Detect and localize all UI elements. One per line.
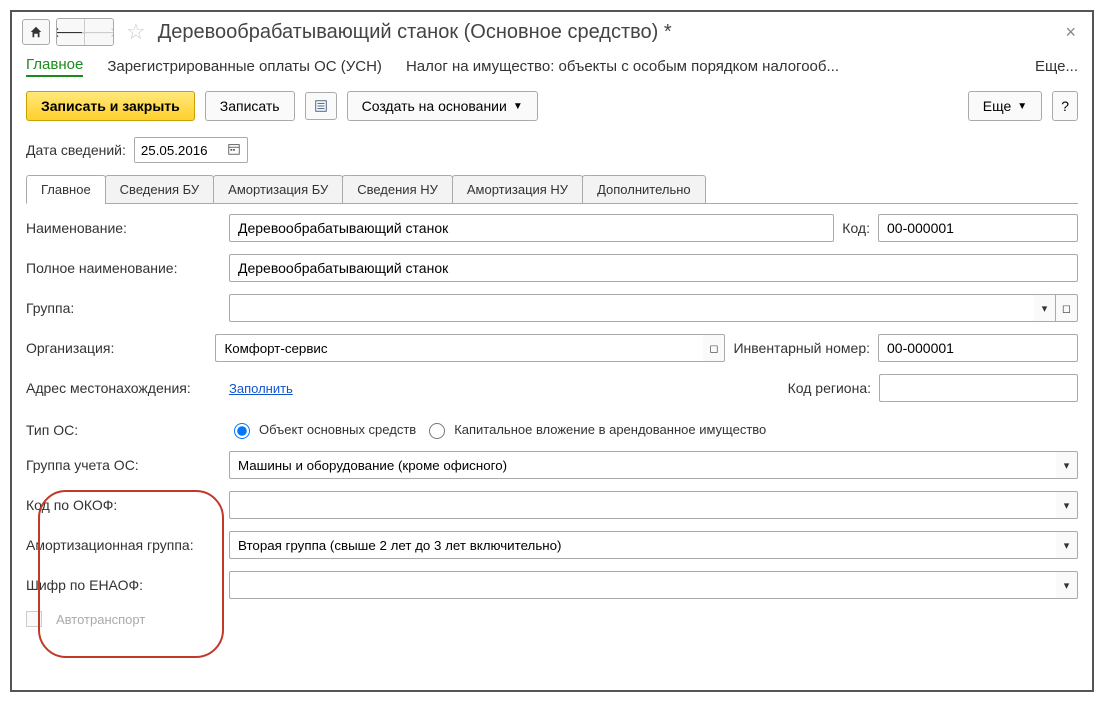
window-title: Деревообрабатывающий станок (Основное ср… [158,21,1054,44]
form-area: Наименование: Код: Полное наименование: … [12,204,1092,649]
group-combo: ▾ ◻ [229,294,1078,322]
list-icon-button[interactable] [305,92,337,120]
more-button[interactable]: Еще ▼ [968,91,1042,121]
subtab-amort-nu[interactable]: Амортизация НУ [452,175,583,204]
help-button[interactable]: ? [1052,91,1078,121]
okof-combo: ▾ [229,491,1078,519]
org-label: Организация: [26,340,207,356]
group-label: Группа: [26,300,221,316]
fullname-label: Полное наименование: [26,260,221,276]
name-input[interactable] [229,214,834,242]
tab-main[interactable]: Главное [26,56,83,77]
name-label: Наименование: [26,220,221,236]
subtab-extra[interactable]: Дополнительно [582,175,706,204]
save-close-button[interactable]: Записать и закрыть [26,91,195,121]
open-icon[interactable]: ◻ [1056,294,1078,322]
subtab-amort-bu[interactable]: Амортизация БУ [213,175,343,204]
save-button[interactable]: Записать [205,91,295,121]
okof-label: Код по ОКОФ: [26,497,221,513]
titlebar: 🡐 🡒 ☆ Деревообрабатывающий станок (Основ… [12,12,1092,52]
addr-label: Адрес местонахождения: [26,380,221,396]
subtab-main[interactable]: Главное [26,175,106,204]
amort-combo: ▾ [229,531,1078,559]
accgroup-input[interactable] [229,451,1056,479]
group-input[interactable] [229,294,1034,322]
forward-button: 🡒 [85,19,113,45]
org-input[interactable] [215,334,703,362]
enaof-label: Шифр по ЕНАОФ: [26,577,221,593]
okof-input[interactable] [229,491,1056,519]
code-label: Код: [842,220,870,236]
accgroup-combo: ▾ [229,451,1078,479]
tab-more[interactable]: Еще... [1035,58,1078,75]
tab-payments[interactable]: Зарегистрированные оплаты ОС (УСН) [107,58,382,75]
favorite-icon[interactable]: ☆ [126,19,146,45]
date-input-wrap [134,137,248,163]
inv-input[interactable] [878,334,1078,362]
dropdown-icon[interactable]: ▾ [1056,571,1078,599]
dropdown-icon[interactable]: ▾ [1056,451,1078,479]
open-icon[interactable]: ◻ [703,334,725,362]
enaof-input[interactable] [229,571,1056,599]
org-combo: ◻ [215,334,725,362]
radio-capital-input[interactable] [429,423,445,439]
chevron-down-icon: ▼ [1017,101,1027,112]
date-row: Дата сведений: [12,133,1092,167]
radio-object-label: Объект основных средств [259,422,416,437]
home-button[interactable] [22,19,50,45]
chevron-down-icon: ▼ [513,101,523,112]
nav-group: 🡐 🡒 [56,18,114,46]
fullname-input[interactable] [229,254,1078,282]
region-input[interactable] [879,374,1078,402]
subtab-nu[interactable]: Сведения НУ [342,175,453,204]
close-icon[interactable]: × [1059,22,1082,43]
enaof-combo: ▾ [229,571,1078,599]
radio-capital[interactable]: Капитальное вложение в арендованное имущ… [424,420,766,439]
date-label: Дата сведений: [26,142,126,158]
amort-label: Амортизационная группа: [26,537,221,553]
region-label: Код региона: [788,380,871,396]
auto-label: Автотранспорт [56,612,145,627]
window: 🡐 🡒 ☆ Деревообрабатывающий станок (Основ… [10,10,1094,692]
accgroup-label: Группа учета ОС: [26,457,221,473]
calendar-icon[interactable] [221,142,247,159]
type-label: Тип ОС: [26,422,221,438]
create-based-label: Создать на основании [362,98,507,114]
code-input[interactable] [878,214,1078,242]
toolbar: Записать и закрыть Записать Создать на о… [12,87,1092,133]
dropdown-icon[interactable]: ▾ [1056,531,1078,559]
subtab-bu[interactable]: Сведения БУ [105,175,215,204]
date-input[interactable] [135,138,221,162]
subtabs: Главное Сведения БУ Амортизация БУ Сведе… [26,175,1078,204]
fill-link[interactable]: Заполнить [229,381,293,396]
dropdown-icon[interactable]: ▾ [1034,294,1056,322]
main-tabs: Главное Зарегистрированные оплаты ОС (УС… [12,52,1092,87]
radio-object-input[interactable] [234,423,250,439]
radio-object[interactable]: Объект основных средств [229,420,416,439]
create-based-button[interactable]: Создать на основании ▼ [347,91,538,121]
tab-tax[interactable]: Налог на имущество: объекты с особым пор… [406,58,839,75]
auto-checkbox [26,611,42,627]
amort-input[interactable] [229,531,1056,559]
more-label: Еще [983,98,1012,114]
radio-capital-label: Капитальное вложение в арендованное имущ… [454,422,766,437]
dropdown-icon[interactable]: ▾ [1056,491,1078,519]
inv-label: Инвентарный номер: [733,340,870,356]
